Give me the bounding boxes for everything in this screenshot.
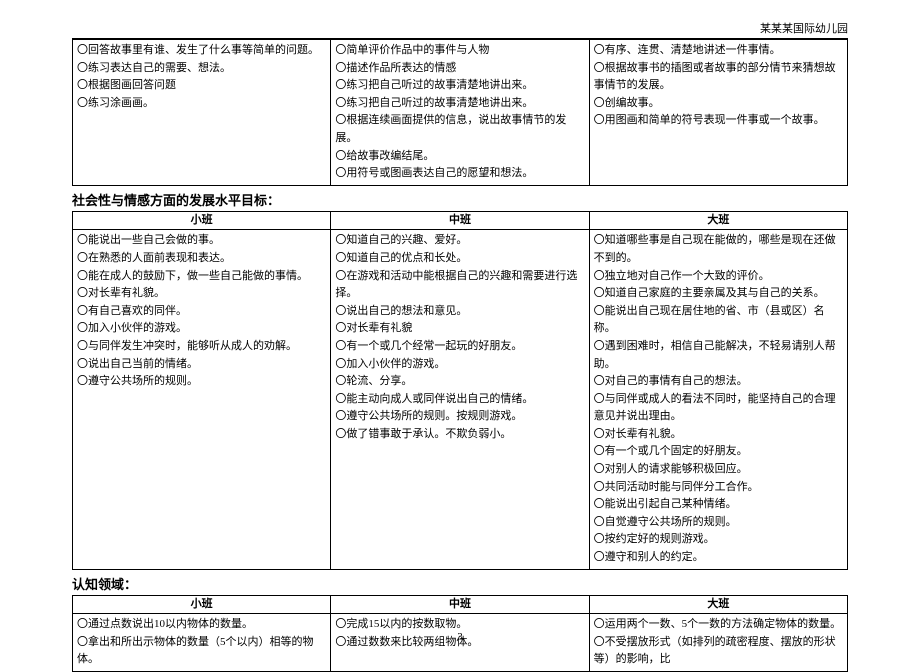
list-item: 〇有自己喜欢的同伴。: [77, 303, 326, 321]
header-org: 某某某国际幼儿园: [72, 20, 848, 36]
social-table: 小班 中班 大班 〇能说出一些自己会做的事。〇在熟悉的人面前表现和表达。〇能在成…: [72, 211, 848, 570]
list-item: 〇练习把自己听过的故事清楚地讲出来。: [335, 77, 584, 95]
list-item: 〇共同活动时能与同伴分工合作。: [594, 479, 843, 497]
list-item: 〇知道自己的兴趣、爱好。: [335, 232, 584, 250]
top-cell-small: 〇回答故事里有谁、发生了什么事等简单的问题。〇练习表达自己的需要、想法。〇根据图…: [73, 40, 331, 186]
list-item: 〇给故事改编结尾。: [335, 148, 584, 166]
social-cell-big: 〇知道哪些事是自己现在能做的，哪些是现在还做不到的。〇独立地对自己作一个大致的评…: [589, 230, 847, 569]
list-item: 〇对长辈有礼貌。: [77, 285, 326, 303]
list-item: 〇能主动向成人或同伴说出自己的情绪。: [335, 391, 584, 409]
list-item: 〇轮流、分享。: [335, 373, 584, 391]
list-item: 〇练习表达自己的需要、想法。: [77, 60, 326, 78]
list-item: 〇与同伴发生冲突时，能够听从成人的劝解。: [77, 338, 326, 356]
list-item: 〇按约定好的规则游戏。: [594, 531, 843, 549]
list-item: 〇知道自己家庭的主要亲属及其与自己的关系。: [594, 285, 843, 303]
list-item: 〇根据连续画面提供的信息，说出故事情节的发展。: [335, 112, 584, 147]
list-item: 〇能说出自己现在居住地的省、市（县或区）名称。: [594, 303, 843, 338]
social-section-title: 社会性与情感方面的发展水平目标：: [72, 190, 848, 209]
list-item: 〇能说出一些自己会做的事。: [77, 232, 326, 250]
list-item: 〇在熟悉的人面前表现和表达。: [77, 250, 326, 268]
list-item: 〇遇到困难时，相信自己能解决，不轻易请别人帮助。: [594, 338, 843, 373]
list-item: 〇知道哪些事是自己现在能做的，哪些是现在还做不到的。: [594, 232, 843, 267]
list-item: 〇练习涂画画。: [77, 95, 326, 113]
list-item: 〇在游戏和活动中能根据自己的兴趣和需要进行选择。: [335, 268, 584, 303]
list-item: 〇描述作品所表达的情感: [335, 60, 584, 78]
social-header-mid: 中班: [331, 211, 589, 230]
list-item: 〇练习把自己听过的故事清楚地讲出来。: [335, 95, 584, 113]
list-item: 〇知道自己的优点和长处。: [335, 250, 584, 268]
list-item: 〇自觉遵守公共场所的规则。: [594, 514, 843, 532]
cognitive-section-title: 认知领域：: [72, 574, 848, 593]
list-item: 〇简单评价作品中的事件与人物: [335, 42, 584, 60]
social-header-small: 小班: [73, 211, 331, 230]
social-cell-mid: 〇知道自己的兴趣、爱好。〇知道自己的优点和长处。〇在游戏和活动中能根据自己的兴趣…: [331, 230, 589, 569]
list-item: 〇说出自己当前的情绪。: [77, 356, 326, 374]
cognitive-header-mid: 中班: [331, 595, 589, 614]
top-cell-mid: 〇简单评价作品中的事件与人物〇描述作品所表达的情感〇练习把自己听过的故事清楚地讲…: [331, 40, 589, 186]
list-item: 〇有一个或几个经常一起玩的好朋友。: [335, 338, 584, 356]
list-item: 〇能说出引起自己某种情绪。: [594, 496, 843, 514]
list-item: 〇遵守和别人的约定。: [594, 549, 843, 567]
list-item: 〇用图画和简单的符号表现一件事或一个故事。: [594, 112, 843, 130]
list-item: 〇有一个或几个固定的好朋友。: [594, 443, 843, 461]
list-item: 〇对别人的请求能够积极回应。: [594, 461, 843, 479]
list-item: 〇遵守公共场所的规则。: [77, 373, 326, 391]
list-item: 〇根据图画回答问题: [77, 77, 326, 95]
list-item: 〇有序、连贯、清楚地讲述一件事情。: [594, 42, 843, 60]
top-continuation-table: 〇回答故事里有谁、发生了什么事等简单的问题。〇练习表达自己的需要、想法。〇根据图…: [72, 39, 848, 186]
cognitive-header-small: 小班: [73, 595, 331, 614]
list-item: 〇创编故事。: [594, 95, 843, 113]
list-item: 〇根据故事书的插图或者故事的部分情节来猜想故事情节的发展。: [594, 60, 843, 95]
list-item: 〇用符号或图画表达自己的愿望和想法。: [335, 165, 584, 183]
list-item: 〇对长辈有礼貌。: [594, 426, 843, 444]
social-cell-small: 〇能说出一些自己会做的事。〇在熟悉的人面前表现和表达。〇能在成人的鼓励下，做一些…: [73, 230, 331, 569]
list-item: 〇做了错事敢于承认。不欺负弱小。: [335, 426, 584, 444]
list-item: 〇加入小伙伴的游戏。: [77, 320, 326, 338]
list-item: 〇与同伴或成人的看法不同时，能坚持自己的合理意见并说出理由。: [594, 391, 843, 426]
list-item: 〇说出自己的想法和意见。: [335, 303, 584, 321]
page-number: 3: [0, 631, 920, 643]
list-item: 〇对自己的事情有自己的想法。: [594, 373, 843, 391]
top-cell-big: 〇有序、连贯、清楚地讲述一件事情。〇根据故事书的插图或者故事的部分情节来猜想故事…: [589, 40, 847, 186]
list-item: 〇加入小伙伴的游戏。: [335, 356, 584, 374]
list-item: 〇能在成人的鼓励下，做一些自己能做的事情。: [77, 268, 326, 286]
cognitive-header-big: 大班: [589, 595, 847, 614]
social-header-big: 大班: [589, 211, 847, 230]
list-item: 〇回答故事里有谁、发生了什么事等简单的问题。: [77, 42, 326, 60]
list-item: 〇独立地对自己作一个大致的评价。: [594, 268, 843, 286]
list-item: 〇对长辈有礼貌: [335, 320, 584, 338]
list-item: 〇遵守公共场所的规则。按规则游戏。: [335, 408, 584, 426]
